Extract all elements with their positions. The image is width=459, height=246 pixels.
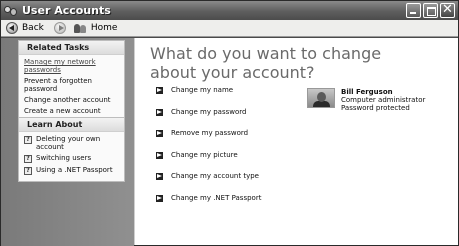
user-account-type: Computer administrator: [341, 96, 426, 104]
option-label: Change my password: [171, 108, 247, 116]
arrow-icon: [156, 172, 163, 180]
option-change-picture[interactable]: Change my picture: [156, 151, 238, 159]
learn-deleting-account[interactable]: ? Deleting your own account: [24, 135, 121, 151]
arrow-icon: [156, 129, 163, 137]
close-icon[interactable]: ✕: [440, 2, 455, 18]
maximize-icon[interactable]: [423, 3, 438, 18]
task-change-another-account[interactable]: Change another account: [24, 96, 121, 104]
home-button[interactable]: Home: [73, 23, 118, 34]
arrow-icon: [156, 86, 163, 94]
task-create-new-account[interactable]: Create a new account: [24, 107, 121, 115]
window-controls: ✕: [406, 2, 455, 18]
option-change-password[interactable]: Change my password: [156, 108, 246, 116]
user-account-card: Bill Ferguson Computer administrator Pas…: [307, 88, 425, 112]
forward-icon[interactable]: [53, 22, 66, 34]
option-label: Change my name: [171, 86, 234, 94]
option-change-net-passport[interactable]: Change my .NET Passport: [156, 194, 261, 202]
learn-item-label: Using a .NET Passport: [36, 166, 113, 174]
user-accounts-icon: [4, 5, 18, 17]
help-icon: ?: [24, 155, 32, 163]
toolbar: Back Home: [1, 20, 458, 37]
learn-item-label: Switching users: [36, 154, 92, 162]
option-remove-password[interactable]: Remove my password: [156, 129, 248, 137]
option-change-account-type[interactable]: Change my account type: [156, 172, 259, 180]
arrow-icon: [156, 108, 163, 116]
learn-item-label: Deleting your own account: [36, 135, 101, 151]
related-tasks-header: Related Tasks: [19, 41, 124, 55]
help-icon: ?: [24, 136, 32, 144]
user-accounts-window: User Accounts ✕ Back Home Related Tasks …: [0, 0, 459, 246]
home-label: Home: [90, 23, 118, 33]
arrow-icon: [156, 151, 163, 159]
user-password-status: Password protected: [341, 104, 410, 112]
option-label: Change my account type: [171, 172, 259, 180]
learn-switching-users[interactable]: ? Switching users: [24, 154, 121, 163]
learn-about-box: Learn About ? Deleting your own account …: [18, 117, 125, 182]
page-title: What do you want to change about your ac…: [150, 44, 382, 82]
home-icon: [73, 23, 88, 34]
minimize-icon[interactable]: [406, 3, 421, 18]
arrow-icon: [156, 194, 163, 202]
option-change-name[interactable]: Change my name: [156, 86, 233, 94]
help-icon: ?: [24, 167, 32, 175]
learn-about-header: Learn About: [19, 118, 124, 132]
learn-net-passport[interactable]: ? Using a .NET Passport: [24, 166, 121, 175]
main-content: What do you want to change about your ac…: [134, 38, 458, 245]
title-bar[interactable]: User Accounts ✕: [1, 1, 458, 20]
avatar: [307, 88, 335, 108]
task-pane: Related Tasks Manage my network password…: [1, 38, 134, 246]
user-name: Bill Ferguson: [341, 88, 393, 96]
task-prevent-forgotten-password[interactable]: Prevent a forgotten password: [24, 77, 121, 93]
option-label: Remove my password: [171, 129, 249, 137]
related-tasks-box: Related Tasks Manage my network password…: [18, 40, 125, 122]
back-label: Back: [22, 23, 44, 33]
option-label: Change my .NET Passport: [171, 194, 262, 202]
task-manage-network-passwords[interactable]: Manage my network passwords: [24, 58, 121, 74]
back-icon: [6, 22, 18, 34]
back-button[interactable]: Back: [6, 22, 44, 34]
window-title: User Accounts: [22, 4, 111, 17]
option-label: Change my picture: [171, 151, 238, 159]
